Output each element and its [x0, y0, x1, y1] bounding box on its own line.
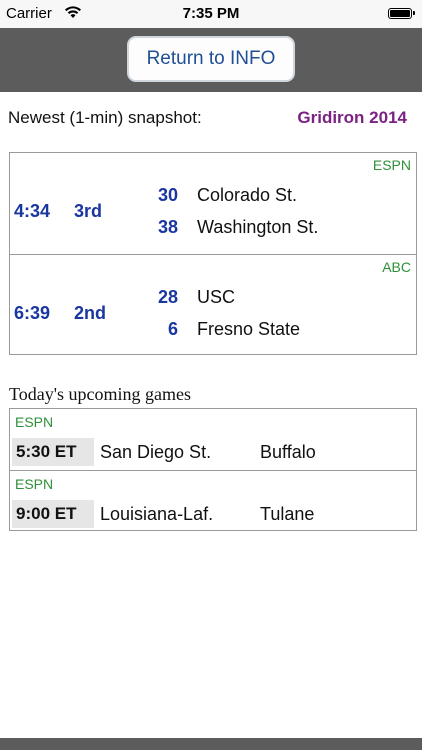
live-game-row[interactable]: ESPN 4:34 3rd 30 Colorado St. 38 Washing… [10, 153, 416, 253]
network-label: ESPN [372, 157, 411, 173]
status-time: 7:35 PM [182, 5, 240, 22]
status-bar: Carrier 7:35 PM [0, 0, 422, 28]
app-screen: Carrier 7:35 PM Return to INFO Newest (1… [0, 0, 422, 750]
snapshot-label: Newest (1-min) snapshot: [8, 108, 202, 127]
kickoff-time: 5:30 ET [12, 438, 94, 466]
away-score: 28 [157, 287, 178, 307]
upcoming-game-row[interactable]: ESPN 5:30 ET San Diego St. Buffalo [10, 409, 416, 470]
game-period: 3rd [74, 201, 103, 221]
home-team: Buffalo [260, 442, 316, 462]
home-team: Washington St. [197, 217, 319, 237]
bottom-bar [0, 738, 422, 750]
away-team: USC [197, 287, 236, 307]
network-label: ESPN [15, 414, 54, 430]
away-team: Louisiana-Laf. [100, 504, 214, 524]
kickoff-time: 9:00 ET [12, 500, 94, 528]
away-score: 30 [157, 185, 178, 205]
upcoming-game-row[interactable]: ESPN 9:00 ET Louisiana-Laf. Tulane [10, 470, 416, 532]
upcoming-games-list: ESPN 5:30 ET San Diego St. Buffalo ESPN … [9, 408, 417, 531]
live-game-row[interactable]: ABC 6:39 2nd 28 USC 6 Fresno State [10, 254, 416, 355]
game-clock: 6:39 [14, 303, 51, 323]
upcoming-games-title: Today's upcoming games [9, 384, 191, 404]
home-team: Tulane [260, 504, 315, 524]
return-to-info-button[interactable]: Return to INFO [127, 36, 295, 82]
game-period: 2nd [74, 303, 107, 323]
home-score: 38 [157, 217, 178, 237]
network-label: ESPN [15, 476, 54, 492]
away-team: Colorado St. [197, 185, 298, 205]
brand-title: Gridiron 2014 [297, 108, 407, 127]
battery-icon [388, 8, 415, 19]
away-team: San Diego St. [100, 442, 212, 462]
live-games-list: ESPN 4:34 3rd 30 Colorado St. 38 Washing… [9, 152, 417, 355]
header-bar: Return to INFO [0, 28, 422, 92]
game-clock: 4:34 [14, 201, 51, 221]
home-score: 6 [167, 319, 178, 339]
home-team: Fresno State [197, 319, 301, 339]
network-label: ABC [382, 259, 411, 275]
